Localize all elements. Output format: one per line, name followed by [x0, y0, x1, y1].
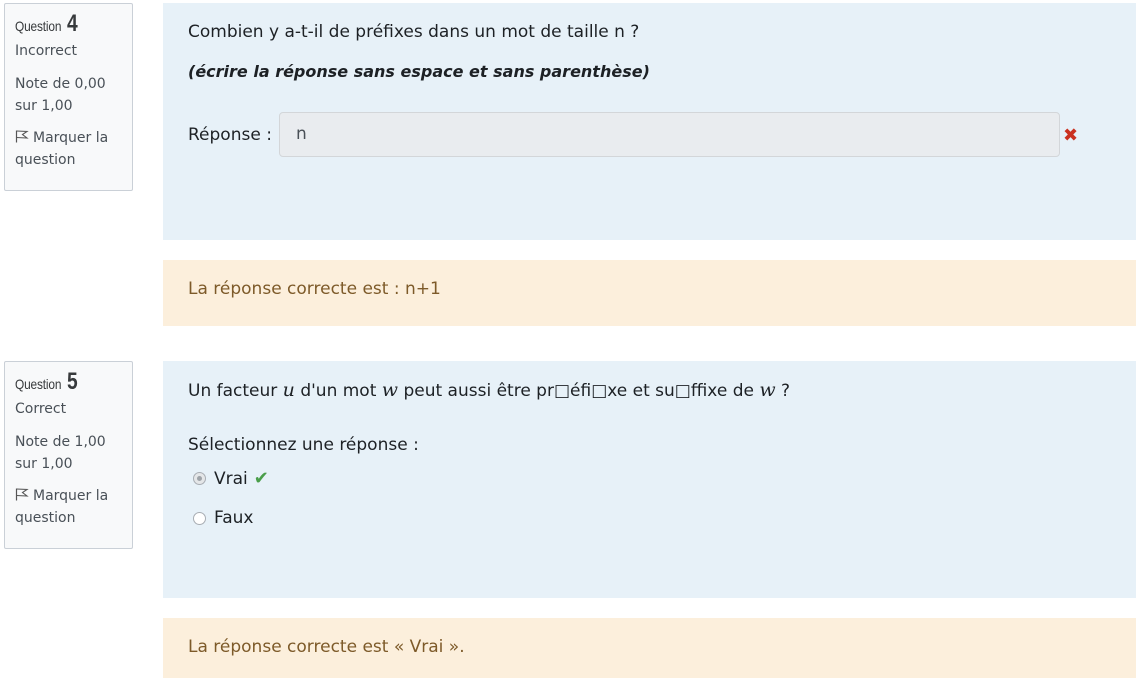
quiz-review-page: Question 4 Incorrect Note de 0,00 sur 1,… — [0, 0, 1136, 678]
grade-line-1: Note de 1,00 — [15, 434, 106, 450]
question-text-part: peut aussi être pr□éfi□xe et su□ffixe de — [398, 381, 760, 401]
math-variable-w: w — [759, 379, 776, 401]
correct-answer-text: La réponse correcte est « Vrai ». — [188, 637, 465, 657]
question-number-value: 5 — [67, 368, 79, 395]
option-label[interactable]: Faux — [214, 508, 253, 528]
correct-answer-text: La réponse correcte est : n+1 — [188, 279, 441, 299]
question-grade: Note de 1,00 sur 1,00 — [15, 431, 123, 475]
question-instruction: (écrire la réponse sans espace et sans p… — [188, 62, 650, 81]
answer-input[interactable]: n — [279, 112, 1060, 157]
math-variable-w: w — [381, 379, 399, 401]
question-text-part: d'un mot — [294, 381, 382, 401]
option-faux[interactable]: Faux — [193, 508, 253, 528]
question-number: Question 4 — [15, 10, 123, 38]
question-state: Correct — [15, 401, 67, 417]
math-variable-u: u — [282, 379, 295, 401]
question-5-info: Question 5 Correct Note de 1,00 sur 1,00… — [4, 361, 133, 549]
question-5-formulation: Un facteur u d'un mot w peut aussi être … — [163, 361, 1136, 598]
question-text: Un facteur u d'un mot w peut aussi être … — [188, 379, 790, 401]
flag-question-link[interactable]: Marquer la question — [15, 127, 123, 171]
grade-line-1: Note de 0,00 — [15, 76, 106, 92]
question-4-info: Question 4 Incorrect Note de 0,00 sur 1,… — [4, 3, 133, 191]
question-number: Question 5 — [15, 368, 123, 396]
question-grade: Note de 0,00 sur 1,00 — [15, 73, 123, 117]
flag-label-line-2: question — [15, 152, 76, 168]
flag-label-line-2: question — [15, 510, 76, 526]
flag-label-line-1: Marquer la — [33, 488, 109, 504]
question-state: Incorrect — [15, 43, 78, 59]
question-text: Combien y a-t-il de préfixes dans un mot… — [188, 22, 640, 42]
flag-icon — [15, 488, 33, 504]
flag-icon — [15, 130, 33, 146]
grade-line-2: sur 1,00 — [15, 98, 73, 114]
answer-prompt: Sélectionnez une réponse : — [188, 435, 419, 455]
question-text-part: ? — [775, 381, 791, 401]
cross-icon: ✖ — [1063, 125, 1079, 146]
question-number-value: 4 — [67, 10, 79, 37]
question-4-feedback: La réponse correcte est : n+1 — [163, 260, 1136, 326]
flag-question-link[interactable]: Marquer la question — [15, 485, 123, 529]
check-icon: ✔ — [253, 468, 269, 489]
question-5-feedback: La réponse correcte est « Vrai ». — [163, 618, 1136, 678]
answer-label: Réponse : — [188, 125, 272, 145]
option-vrai[interactable]: Vrai ✔ — [193, 468, 269, 489]
radio-button-selected[interactable] — [193, 472, 206, 485]
question-label: Question — [15, 18, 62, 34]
flag-label-line-1: Marquer la — [33, 130, 109, 146]
radio-button[interactable] — [193, 511, 206, 525]
question-4-formulation: Combien y a-t-il de préfixes dans un mot… — [163, 3, 1136, 240]
question-label: Question — [15, 376, 62, 392]
option-label[interactable]: Vrai — [214, 469, 248, 489]
question-text-part: Un facteur — [188, 381, 283, 401]
grade-line-2: sur 1,00 — [15, 456, 73, 472]
